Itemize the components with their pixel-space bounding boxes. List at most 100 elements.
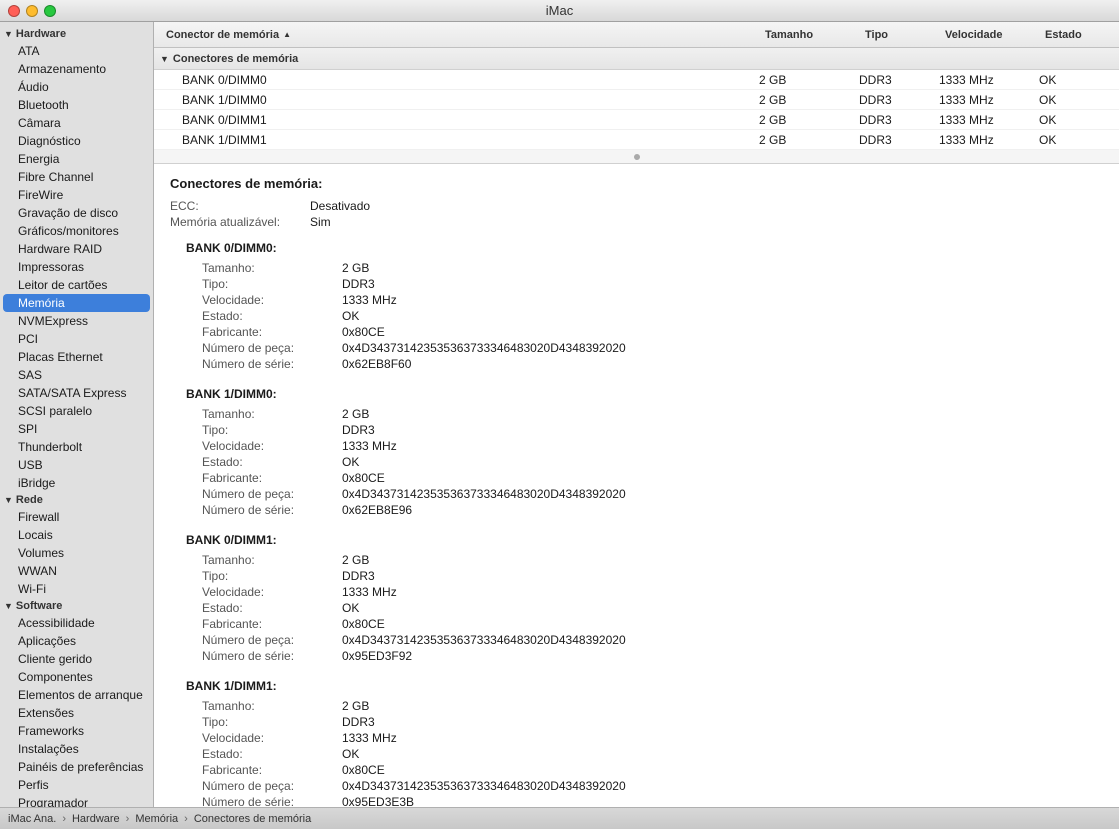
sidebar-item-sata-sata-express[interactable]: SATA/SATA Express <box>0 384 153 402</box>
sidebar-item-leitor-de-cartões[interactable]: Leitor de cartões <box>0 276 153 294</box>
maximize-button[interactable] <box>44 5 56 17</box>
sidebar-item-armazenamento[interactable]: Armazenamento <box>0 60 153 78</box>
sidebar-item-energia[interactable]: Energia <box>0 150 153 168</box>
sidebar-item-volumes[interactable]: Volumes <box>0 544 153 562</box>
sidebar-item-ata[interactable]: ATA <box>0 42 153 60</box>
cell-status: OK <box>1039 73 1119 87</box>
sidebar-item-elementos-de-arranque[interactable]: Elementos de arranque <box>0 686 153 704</box>
table-row[interactable]: BANK 1/DIMM1 2 GB DDR3 1333 MHz OK <box>154 130 1119 150</box>
sidebar-item-firewire[interactable]: FireWire <box>0 186 153 204</box>
table-group-header[interactable]: ▼ Conectores de memória <box>154 48 1119 70</box>
bank-field-value: 0x62EB8E96 <box>342 503 412 517</box>
sidebar-item-componentes[interactable]: Componentes <box>0 668 153 686</box>
breadcrumb-item: iMac Ana. <box>8 813 56 825</box>
sidebar-section-software[interactable]: ▼ Software <box>0 598 153 614</box>
bank-field-row: Fabricante: 0x80CE <box>202 471 1103 485</box>
bank-title: BANK 1/DIMM1: <box>186 679 1103 693</box>
bank-field-row: Fabricante: 0x80CE <box>202 617 1103 631</box>
bank-field-value: 0x95ED3F92 <box>342 649 412 663</box>
col-header-status[interactable]: Estado <box>1039 29 1119 41</box>
col-header-name[interactable]: Conector de memória ▲ <box>154 29 759 41</box>
bank-field-value: 1333 MHz <box>342 293 397 307</box>
bank-field-value: 2 GB <box>342 407 369 421</box>
col-header-size[interactable]: Tamanho <box>759 29 859 41</box>
sidebar-item-bluetooth[interactable]: Bluetooth <box>0 96 153 114</box>
sidebar-item-locais[interactable]: Locais <box>0 526 153 544</box>
sidebar-item-memória[interactable]: Memória <box>3 294 150 312</box>
col-header-type[interactable]: Tipo <box>859 29 939 41</box>
sidebar-item-wi-fi[interactable]: Wi-Fi <box>0 580 153 598</box>
bank-field-label: Número de peça: <box>202 633 342 647</box>
bank-field-value: 0x4D343731423535363733346483020D43483920… <box>342 633 626 647</box>
sidebar-item-programador[interactable]: Programador <box>0 794 153 807</box>
sidebar-item-placas-ethernet[interactable]: Placas Ethernet <box>0 348 153 366</box>
sidebar-item-pci[interactable]: PCI <box>0 330 153 348</box>
sidebar-item-aplicações[interactable]: Aplicações <box>0 632 153 650</box>
window-controls[interactable] <box>8 5 56 17</box>
bank-field-row: Fabricante: 0x80CE <box>202 763 1103 777</box>
sidebar-item-diagnóstico[interactable]: Diagnóstico <box>0 132 153 150</box>
sidebar-item-ibridge[interactable]: iBridge <box>0 474 153 492</box>
sidebar-item-instalações[interactable]: Instalações <box>0 740 153 758</box>
sidebar-item-gravação-de-disco[interactable]: Gravação de disco <box>0 204 153 222</box>
table-row[interactable]: BANK 0/DIMM1 2 GB DDR3 1333 MHz OK <box>154 110 1119 130</box>
group-header-label: Conectores de memória <box>173 53 298 65</box>
sidebar-item-áudio[interactable]: Áudio <box>0 78 153 96</box>
sidebar-item-spi[interactable]: SPI <box>0 420 153 438</box>
bank-field-row: Número de peça: 0x4D34373142353536373334… <box>202 779 1103 793</box>
sidebar-item-wwan[interactable]: WWAN <box>0 562 153 580</box>
sidebar-item-fibre-channel[interactable]: Fibre Channel <box>0 168 153 186</box>
sidebar-item-painéis-de-preferências[interactable]: Painéis de preferências <box>0 758 153 776</box>
bank-field-row: Tamanho: 2 GB <box>202 699 1103 713</box>
table-row[interactable]: BANK 0/DIMM0 2 GB DDR3 1333 MHz OK <box>154 70 1119 90</box>
cell-speed: 1333 MHz <box>939 113 1039 127</box>
bank-fields: Tamanho: 2 GB Tipo: DDR3 Velocidade: 133… <box>202 407 1103 517</box>
bank-field-row: Tipo: DDR3 <box>202 715 1103 729</box>
sidebar-item-câmara[interactable]: Câmara <box>0 114 153 132</box>
bank-field-label: Velocidade: <box>202 293 342 307</box>
updatable-label: Memória atualizável: <box>170 215 310 229</box>
sidebar-item-usb[interactable]: USB <box>0 456 153 474</box>
bank-field-row: Número de série: 0x62EB8E96 <box>202 503 1103 517</box>
col-header-speed[interactable]: Velocidade <box>939 29 1039 41</box>
sidebar-item-perfis[interactable]: Perfis <box>0 776 153 794</box>
table-row[interactable]: BANK 1/DIMM0 2 GB DDR3 1333 MHz OK <box>154 90 1119 110</box>
bank-field-value: DDR3 <box>342 569 375 583</box>
triangle-icon: ▼ <box>4 29 13 39</box>
sidebar-item-hardware-raid[interactable]: Hardware RAID <box>0 240 153 258</box>
detail-meta: ECC: Desativado Memória atualizável: Sim <box>170 199 1103 229</box>
bank-field-value: 0x62EB8F60 <box>342 357 411 371</box>
bank-section: BANK 1/DIMM1: Tamanho: 2 GB Tipo: DDR3 V… <box>170 679 1103 807</box>
sidebar-item-impressoras[interactable]: Impressoras <box>0 258 153 276</box>
sidebar-item-firewall[interactable]: Firewall <box>0 508 153 526</box>
breadcrumb-item: Memória <box>135 813 178 825</box>
cell-name: BANK 0/DIMM1 <box>154 113 759 127</box>
minimize-button[interactable] <box>26 5 38 17</box>
breadcrumb-item: Conectores de memória <box>194 813 311 825</box>
bank-field-row: Velocidade: 1333 MHz <box>202 439 1103 453</box>
bank-field-row: Estado: OK <box>202 747 1103 761</box>
bank-field-row: Fabricante: 0x80CE <box>202 325 1103 339</box>
sidebar-item-extensões[interactable]: Extensões <box>0 704 153 722</box>
horizontal-scrollbar[interactable] <box>154 150 1119 164</box>
sidebar-item-acessibilidade[interactable]: Acessibilidade <box>0 614 153 632</box>
cell-status: OK <box>1039 133 1119 147</box>
bank-field-label: Estado: <box>202 747 342 761</box>
sidebar-item-sas[interactable]: SAS <box>0 366 153 384</box>
detail-section-title: Conectores de memória: <box>170 176 1103 191</box>
bank-field-label: Número de série: <box>202 649 342 663</box>
detail-area: Conectores de memória: ECC: Desativado M… <box>154 164 1119 807</box>
sidebar-section-rede[interactable]: ▼ Rede <box>0 492 153 508</box>
close-button[interactable] <box>8 5 20 17</box>
sidebar-item-scsi-paralelo[interactable]: SCSI paralelo <box>0 402 153 420</box>
bank-field-label: Fabricante: <box>202 471 342 485</box>
sidebar-item-nvmexpress[interactable]: NVMExpress <box>0 312 153 330</box>
bank-field-row: Tipo: DDR3 <box>202 277 1103 291</box>
bank-field-label: Tipo: <box>202 569 342 583</box>
sidebar-item-frameworks[interactable]: Frameworks <box>0 722 153 740</box>
bank-title: BANK 1/DIMM0: <box>186 387 1103 401</box>
sidebar-item-gráficos-monitores[interactable]: Gráficos/monitores <box>0 222 153 240</box>
sidebar-item-thunderbolt[interactable]: Thunderbolt <box>0 438 153 456</box>
sidebar-section-hardware[interactable]: ▼ Hardware <box>0 26 153 42</box>
sidebar-item-cliente-gerido[interactable]: Cliente gerido <box>0 650 153 668</box>
